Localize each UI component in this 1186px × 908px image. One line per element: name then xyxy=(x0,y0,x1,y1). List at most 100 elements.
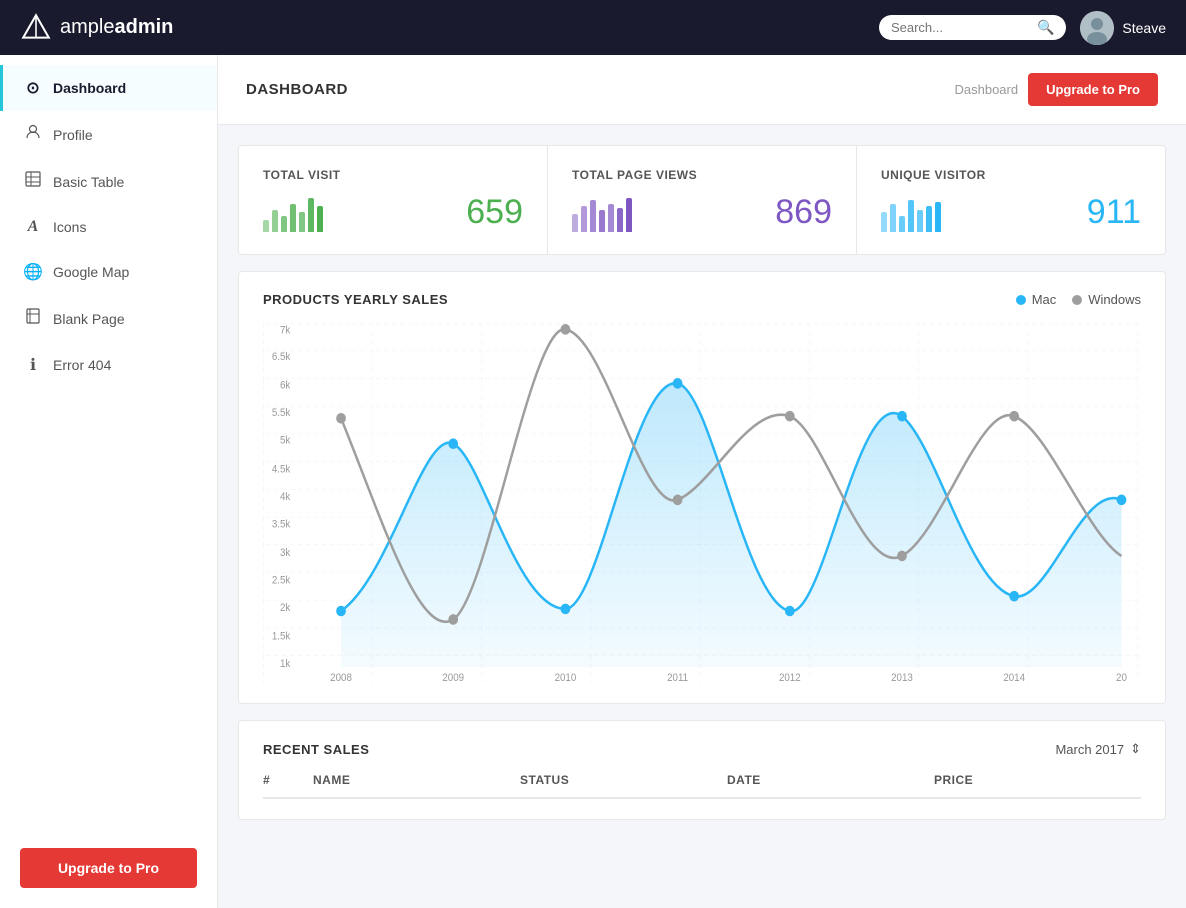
mac-dot xyxy=(561,604,571,615)
legend-dot-mac xyxy=(1016,295,1026,305)
bar xyxy=(299,212,305,232)
recent-sales-section: RECENT SALES March 2017 ⇕ # NAME STATUS … xyxy=(238,720,1166,820)
svg-text:3.5k: 3.5k xyxy=(272,519,291,530)
windows-dot xyxy=(897,551,907,562)
legend-mac: Mac xyxy=(1016,292,1057,307)
chart-svg: 1k 1.5k 2k 2.5k 3k 3.5k 4k 4.5k 5k 5.5k … xyxy=(263,323,1141,683)
sidebar-label-google-map: Google Map xyxy=(53,264,129,280)
svg-text:2k: 2k xyxy=(280,603,291,614)
chart-legend: Mac Windows xyxy=(1016,292,1141,307)
stat-bars-2 xyxy=(572,192,632,232)
bar xyxy=(617,208,623,232)
bar xyxy=(308,198,314,232)
bar xyxy=(881,212,887,232)
profile-icon xyxy=(23,124,43,145)
upgrade-button-top[interactable]: Upgrade to Pro xyxy=(1028,73,1158,106)
col-header-date: DATE xyxy=(727,773,934,787)
blank-page-icon xyxy=(23,308,43,329)
stat-value-2: 869 xyxy=(775,193,832,232)
sidebar-label-dashboard: Dashboard xyxy=(53,80,126,96)
windows-dot xyxy=(336,413,346,424)
col-header-price: PRICE xyxy=(934,773,1141,787)
svg-text:6.5k: 6.5k xyxy=(272,352,291,363)
windows-dot xyxy=(785,411,795,422)
svg-text:2008: 2008 xyxy=(330,673,352,683)
sidebar-item-profile[interactable]: Profile xyxy=(0,111,217,158)
sidebar-label-error-404: Error 404 xyxy=(53,357,111,373)
recent-title: RECENT SALES xyxy=(263,742,369,757)
sidebar-item-basic-table[interactable]: Basic Table xyxy=(0,158,217,205)
user-area[interactable]: Steave xyxy=(1080,11,1166,45)
mac-dot xyxy=(785,606,795,617)
sidebar-item-google-map[interactable]: 🌐 Google Map xyxy=(0,249,217,295)
recent-header: RECENT SALES March 2017 ⇕ xyxy=(263,741,1141,757)
logo-icon xyxy=(20,12,52,44)
svg-text:6k: 6k xyxy=(280,380,291,391)
content-header: DASHBOARD Dashboard Upgrade to Pro xyxy=(218,55,1186,125)
bar xyxy=(935,202,941,232)
svg-text:2013: 2013 xyxy=(891,673,913,683)
svg-text:2.5k: 2.5k xyxy=(272,575,291,586)
user-name: Steave xyxy=(1122,20,1166,36)
search-input[interactable] xyxy=(891,20,1031,35)
svg-text:1.5k: 1.5k xyxy=(272,631,291,642)
chart-title: PRODUCTS YEARLY SALES xyxy=(263,292,448,307)
mac-dot xyxy=(336,606,346,617)
month-select[interactable]: March 2017 ⇕ xyxy=(1055,741,1141,757)
bar xyxy=(608,204,614,232)
svg-text:3k: 3k xyxy=(280,548,291,559)
main-content: DASHBOARD Dashboard Upgrade to Pro TOTAL… xyxy=(218,55,1186,908)
bar xyxy=(626,198,632,232)
bar xyxy=(272,210,278,232)
sidebar-item-error-404[interactable]: ℹ Error 404 xyxy=(0,342,217,388)
stat-card-total-visit: TOTAL VISIT 659 xyxy=(239,146,548,254)
month-label: March 2017 xyxy=(1055,742,1124,757)
bar xyxy=(290,204,296,232)
stats-row: TOTAL VISIT 659 TOTAL PAGE VIE xyxy=(238,145,1166,255)
map-icon: 🌐 xyxy=(23,262,43,282)
stat-card-unique-visitor: UNIQUE VISITOR 911 xyxy=(857,146,1165,254)
mac-dot xyxy=(673,378,683,389)
svg-text:2009: 2009 xyxy=(442,673,464,683)
bar xyxy=(899,216,905,232)
search-box[interactable]: 🔍 xyxy=(879,15,1066,40)
bar xyxy=(917,210,923,232)
sidebar: ⊙ Dashboard Profile Basic Table A Icons xyxy=(0,55,218,908)
sidebar-item-dashboard[interactable]: ⊙ Dashboard xyxy=(0,65,217,111)
svg-text:2011: 2011 xyxy=(667,673,688,683)
svg-text:5k: 5k xyxy=(280,435,291,446)
sidebar-label-basic-table: Basic Table xyxy=(53,174,124,190)
bar xyxy=(572,214,578,232)
bar xyxy=(890,204,896,232)
svg-text:2010: 2010 xyxy=(555,673,577,683)
stat-bottom-2: 869 xyxy=(572,192,832,232)
svg-text:2014: 2014 xyxy=(1003,673,1025,683)
table-header: # NAME STATUS DATE PRICE xyxy=(263,773,1141,799)
windows-dot xyxy=(673,495,683,506)
bar xyxy=(263,220,269,232)
dashboard-icon: ⊙ xyxy=(23,78,43,98)
svg-text:2012: 2012 xyxy=(779,673,801,683)
legend-label-mac: Mac xyxy=(1032,292,1057,307)
stat-value-3: 911 xyxy=(1087,193,1141,232)
sidebar-label-icons: Icons xyxy=(53,219,86,235)
stat-card-page-views: TOTAL PAGE VIEWS 869 xyxy=(548,146,857,254)
mac-dot xyxy=(448,438,458,449)
logo-text: ampleadmin xyxy=(60,16,173,39)
sidebar-upgrade-button[interactable]: Upgrade to Pro xyxy=(20,848,197,888)
svg-text:4k: 4k xyxy=(280,492,291,503)
search-icon-button[interactable]: 🔍 xyxy=(1037,19,1054,36)
stat-label-1: TOTAL VISIT xyxy=(263,168,523,182)
sidebar-item-icons[interactable]: A Icons xyxy=(0,205,217,249)
avatar xyxy=(1080,11,1114,45)
sidebar-item-blank-page[interactable]: Blank Page xyxy=(0,295,217,342)
windows-dot xyxy=(448,614,458,625)
icons-icon: A xyxy=(23,218,43,236)
svg-text:5.5k: 5.5k xyxy=(272,408,291,419)
sidebar-label-profile: Profile xyxy=(53,127,93,143)
breadcrumb: Dashboard xyxy=(954,82,1018,97)
stat-bars-3 xyxy=(881,192,941,232)
stat-value-1: 659 xyxy=(466,193,523,232)
chart-container: 1k 1.5k 2k 2.5k 3k 3.5k 4k 4.5k 5k 5.5k … xyxy=(263,323,1141,683)
bar xyxy=(926,206,932,232)
